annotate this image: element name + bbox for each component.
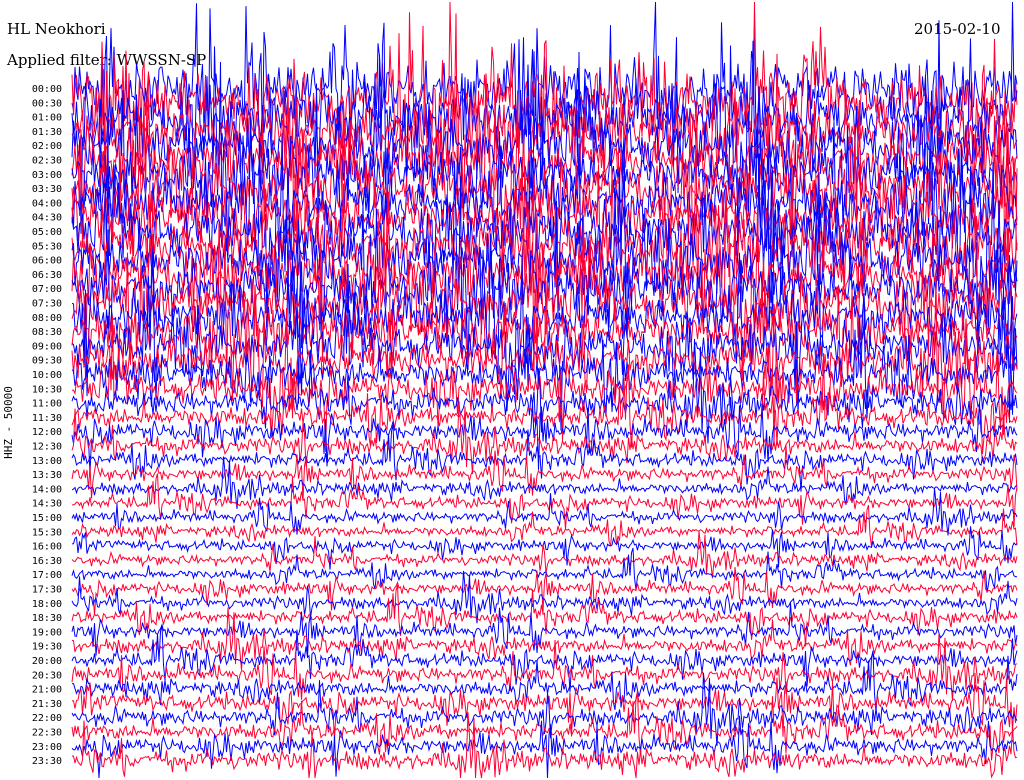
row-time-label: 10:00: [32, 370, 62, 381]
row-time-label: 11:00: [32, 399, 62, 410]
row-time-label: 22:30: [32, 728, 62, 739]
row-time-label: 12:30: [32, 442, 62, 453]
row-time-labels: 00:00 00:30 01:00 01:30 02:00 02:30 03:00 03:30…: [32, 84, 62, 767]
row-time-label: 03:00: [32, 170, 62, 181]
row-time-label: 23:00: [32, 742, 62, 753]
row-time-label: 05:30: [32, 241, 62, 252]
row-time-label: 17:00: [32, 570, 62, 581]
row-time-label: 07:30: [32, 299, 62, 310]
row-time-label: 00:00: [32, 84, 62, 95]
row-time-label: 04:00: [32, 198, 62, 209]
row-time-label: 09:30: [32, 356, 62, 367]
row-time-label: 02:30: [32, 156, 62, 167]
row-time-label: 14:00: [32, 484, 62, 495]
row-time-label: 15:30: [32, 527, 62, 538]
trace-row: [71, 672, 1018, 746]
trace-row: [71, 624, 1018, 692]
row-time-label: 15:00: [32, 513, 62, 524]
trace-row: [72, 650, 1018, 711]
row-time-label: 04:30: [32, 213, 62, 224]
row-time-label: 19:30: [32, 642, 62, 653]
row-time-label: 20:30: [32, 670, 62, 681]
row-time-label: 07:00: [32, 284, 62, 295]
row-time-label: 13:00: [32, 456, 62, 467]
row-time-label: 11:30: [32, 413, 62, 424]
row-time-label: 12:00: [32, 427, 62, 438]
row-time-label: 16:30: [32, 556, 62, 567]
trace-row: [71, 504, 1018, 547]
row-time-label: 06:30: [32, 270, 62, 281]
row-time-label: 06:00: [32, 256, 62, 267]
trace-row: [71, 424, 1018, 492]
row-time-label: 22:00: [32, 713, 62, 724]
trace-row: [72, 473, 1018, 530]
row-time-label: 19:00: [32, 627, 62, 638]
row-time-label: 00:30: [32, 98, 62, 109]
row-time-label: 01:00: [32, 113, 62, 124]
row-time-label: 02:00: [32, 141, 62, 152]
row-time-label: 18:00: [32, 599, 62, 610]
row-time-label: 08:30: [32, 327, 62, 338]
row-time-label: 09:00: [32, 341, 62, 352]
row-time-label: 17:30: [32, 585, 62, 596]
row-time-label: 14:30: [32, 499, 62, 510]
row-time-label: 18:30: [32, 613, 62, 624]
trace-row: [71, 567, 1018, 616]
row-time-label: 10:30: [32, 384, 62, 395]
row-time-label: 08:00: [32, 313, 62, 324]
trace-row: [71, 445, 1018, 501]
row-time-label: 23:30: [32, 756, 62, 767]
helicorder-plot: 00:00 00:30 01:00 01:30 02:00 02:30 03:00 03:30…: [32, 1, 1018, 779]
trace-row: [71, 396, 1018, 474]
row-time-label: 21:00: [32, 685, 62, 696]
row-time-label: 21:30: [32, 699, 62, 710]
trace-row: [71, 715, 1018, 779]
row-time-label: 01:30: [32, 127, 62, 138]
row-time-label: 05:00: [32, 227, 62, 238]
row-time-label: 16:00: [32, 542, 62, 553]
row-time-label: 20:00: [32, 656, 62, 667]
row-time-label: 03:30: [32, 184, 62, 195]
trace-group: [71, 1, 1018, 779]
trace-row: [71, 526, 1018, 570]
row-time-label: 13:30: [32, 470, 62, 481]
